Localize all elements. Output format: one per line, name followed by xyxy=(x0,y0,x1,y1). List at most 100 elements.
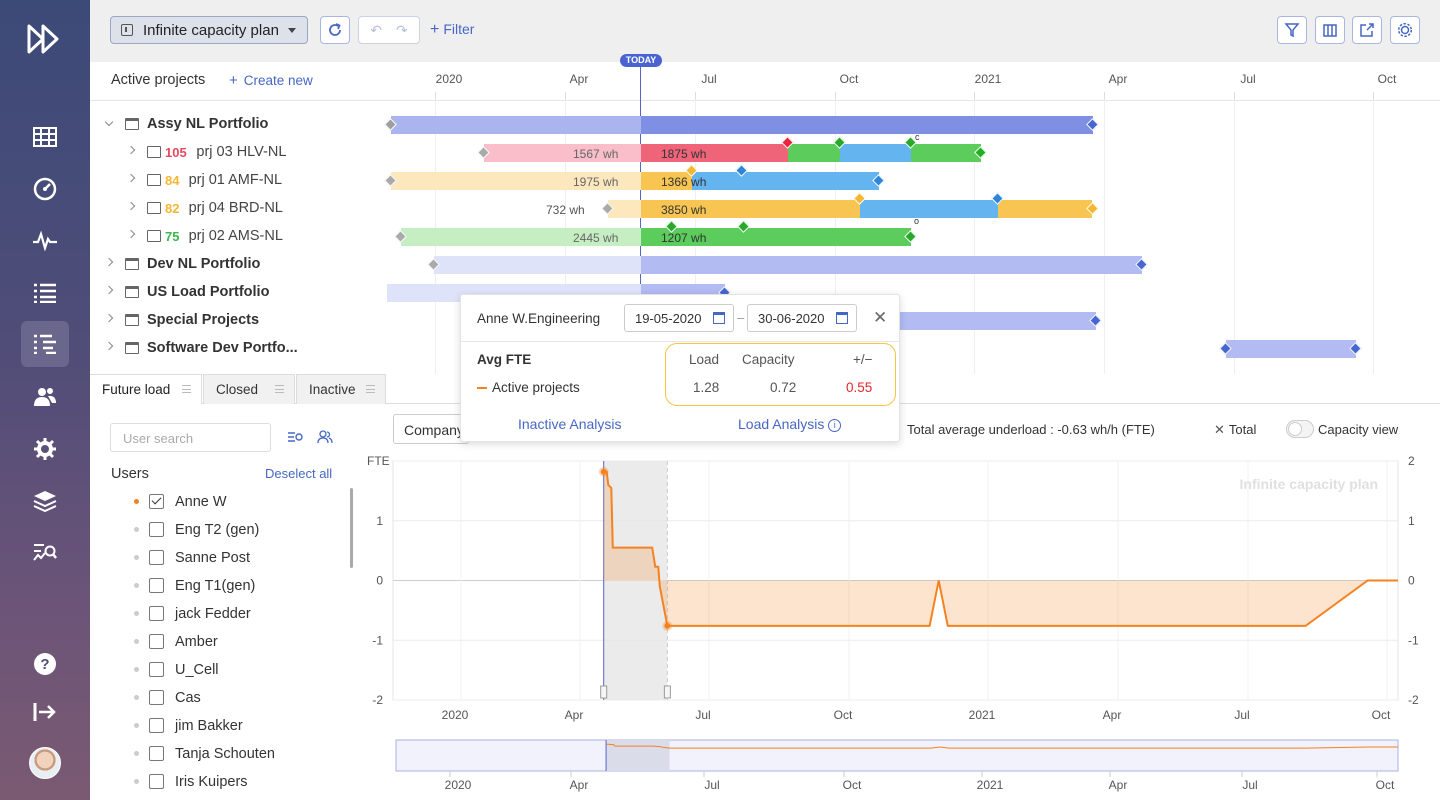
tree-row[interactable]: Special Projects xyxy=(90,308,387,336)
deselect-all-link[interactable]: Deselect all xyxy=(265,466,332,481)
gear-button[interactable] xyxy=(1390,16,1420,44)
user-search-input[interactable]: User search xyxy=(110,423,271,452)
user-checkbox[interactable] xyxy=(149,578,164,593)
phase-bar[interactable] xyxy=(998,200,1092,218)
redo-icon[interactable]: ↷ xyxy=(396,22,408,39)
chevron-right-icon[interactable] xyxy=(126,145,136,155)
portfolio-bar[interactable] xyxy=(434,256,1142,274)
x-tick-label: Oct xyxy=(834,708,853,722)
phase-bar[interactable] xyxy=(911,144,981,162)
close-icon[interactable]: ✕ xyxy=(873,308,887,328)
portfolio-bar-future[interactable] xyxy=(641,116,1093,134)
app-logo-icon[interactable] xyxy=(26,22,64,59)
user-row[interactable]: Eng T1(gen) xyxy=(110,572,340,600)
portfolio-bar-past[interactable] xyxy=(391,116,641,134)
pulse-icon[interactable] xyxy=(21,218,69,264)
user-row[interactable]: Anne W xyxy=(110,488,340,516)
chevron-right-icon[interactable] xyxy=(104,341,114,351)
tree-row[interactable]: Software Dev Portfo... xyxy=(90,336,387,364)
chevron-right-icon[interactable] xyxy=(104,313,114,323)
undo-icon[interactable]: ↶ xyxy=(370,22,382,39)
group-users-icon[interactable] xyxy=(317,430,333,447)
list-icon[interactable] xyxy=(21,270,69,316)
user-checkbox[interactable] xyxy=(149,550,164,565)
user-checkbox[interactable] xyxy=(149,774,164,789)
user-row[interactable]: jack Fedder xyxy=(110,600,340,628)
user-row[interactable]: Tanja Schouten xyxy=(110,740,340,768)
user-row[interactable]: U_Cell xyxy=(110,656,340,684)
tab-inactive[interactable]: Inactive xyxy=(296,374,386,404)
refresh-button[interactable] xyxy=(320,16,350,44)
inactive-analysis-link[interactable]: Inactive Analysis xyxy=(518,416,622,432)
layers-icon[interactable] xyxy=(21,478,69,524)
menu-icon xyxy=(182,385,191,393)
tree-row[interactable]: US Load Portfolio xyxy=(90,280,387,308)
chevron-right-icon[interactable] xyxy=(104,285,114,295)
portfolio-bar[interactable] xyxy=(1226,340,1356,358)
chevron-right-icon[interactable] xyxy=(126,229,136,239)
help-icon[interactable]: ? xyxy=(21,641,69,687)
user-row[interactable]: Sanne Post xyxy=(110,544,340,572)
chevron-down-icon[interactable] xyxy=(104,117,114,127)
grid-icon[interactable] xyxy=(21,114,69,160)
user-checkbox[interactable] xyxy=(149,718,164,733)
folder-icon xyxy=(125,314,139,326)
settings-icon[interactable] xyxy=(21,426,69,472)
scrollbar-thumb[interactable] xyxy=(350,488,353,568)
chevron-right-icon[interactable] xyxy=(126,173,136,183)
gantt-icon[interactable] xyxy=(21,321,69,367)
user-row[interactable]: Iris Kuipers xyxy=(110,768,340,796)
chevron-right-icon[interactable] xyxy=(104,257,114,267)
user-row[interactable]: Eng T2 (gen) xyxy=(110,516,340,544)
sort-icon[interactable] xyxy=(287,430,303,447)
user-checkbox[interactable] xyxy=(149,634,164,649)
phase-bar[interactable] xyxy=(788,144,840,162)
tree-row-label: prj 04 BRD-NL xyxy=(188,200,283,216)
tab-future-load[interactable]: Future load xyxy=(90,374,202,404)
user-row[interactable]: Cas xyxy=(110,684,340,712)
tree-row[interactable]: 105 prj 03 HLV-NL xyxy=(90,140,387,168)
phase-bar[interactable] xyxy=(742,172,879,190)
logout-icon[interactable] xyxy=(21,689,69,735)
tree-row[interactable]: 75 prj 02 AMS-NL xyxy=(90,224,387,252)
user-checkbox[interactable] xyxy=(149,606,164,621)
users-icon[interactable] xyxy=(21,374,69,420)
dashboard-icon[interactable] xyxy=(21,166,69,212)
user-checkbox[interactable] xyxy=(149,494,164,509)
date-to-field[interactable]: 30-06-2020 xyxy=(747,304,857,332)
tree-row[interactable]: 82 prj 04 BRD-NL xyxy=(90,196,387,224)
avatar[interactable] xyxy=(29,747,61,779)
tab-closed[interactable]: Closed xyxy=(203,374,295,404)
tree-row[interactable]: Assy NL Portfolio xyxy=(90,112,387,140)
total-toggle[interactable]: ✕ Total xyxy=(1214,422,1256,438)
user-checkbox[interactable] xyxy=(149,746,164,761)
checkmark-icon xyxy=(151,494,162,505)
series-point xyxy=(600,468,607,475)
tree-row[interactable]: Dev NL Portfolio xyxy=(90,252,387,280)
load-chart[interactable]: 2020 Apr Jul Oct 2021 Apr Jul Oct FTE 1 0 -1 -2 2 1 0 -1… xyxy=(360,450,1440,800)
analysis-icon[interactable] xyxy=(21,530,69,576)
phase-bar[interactable] xyxy=(840,144,911,162)
user-checkbox[interactable] xyxy=(149,662,164,677)
user-row[interactable]: jim Bakker xyxy=(110,712,340,740)
company-select[interactable]: Company xyxy=(393,414,469,444)
row-label: Active projects xyxy=(492,380,580,395)
load-analysis-link[interactable]: Load Analysis i xyxy=(738,416,842,432)
filter-button[interactable]: + Filter xyxy=(430,21,474,39)
funnel-button[interactable] xyxy=(1277,16,1307,44)
phase-bar[interactable] xyxy=(744,228,911,246)
user-checkbox[interactable] xyxy=(149,522,164,537)
user-checkbox[interactable] xyxy=(149,690,164,705)
plan-selector[interactable]: Infinite capacity plan xyxy=(110,16,308,44)
create-new-button[interactable]: + Create new xyxy=(229,72,313,89)
date-from-field[interactable]: 19-05-2020 xyxy=(624,304,734,332)
capacity-view-toggle[interactable] xyxy=(1286,420,1314,438)
tree-row-label: Dev NL Portfolio xyxy=(147,256,261,272)
export-button[interactable] xyxy=(1352,16,1382,44)
portfolio-bar[interactable] xyxy=(900,312,1096,330)
tree-row[interactable]: 84 prj 01 AMF-NL xyxy=(90,168,387,196)
chevron-right-icon[interactable] xyxy=(126,201,136,211)
columns-button[interactable] xyxy=(1315,16,1345,44)
phase-bar[interactable] xyxy=(860,200,998,218)
user-row[interactable]: Amber xyxy=(110,628,340,656)
